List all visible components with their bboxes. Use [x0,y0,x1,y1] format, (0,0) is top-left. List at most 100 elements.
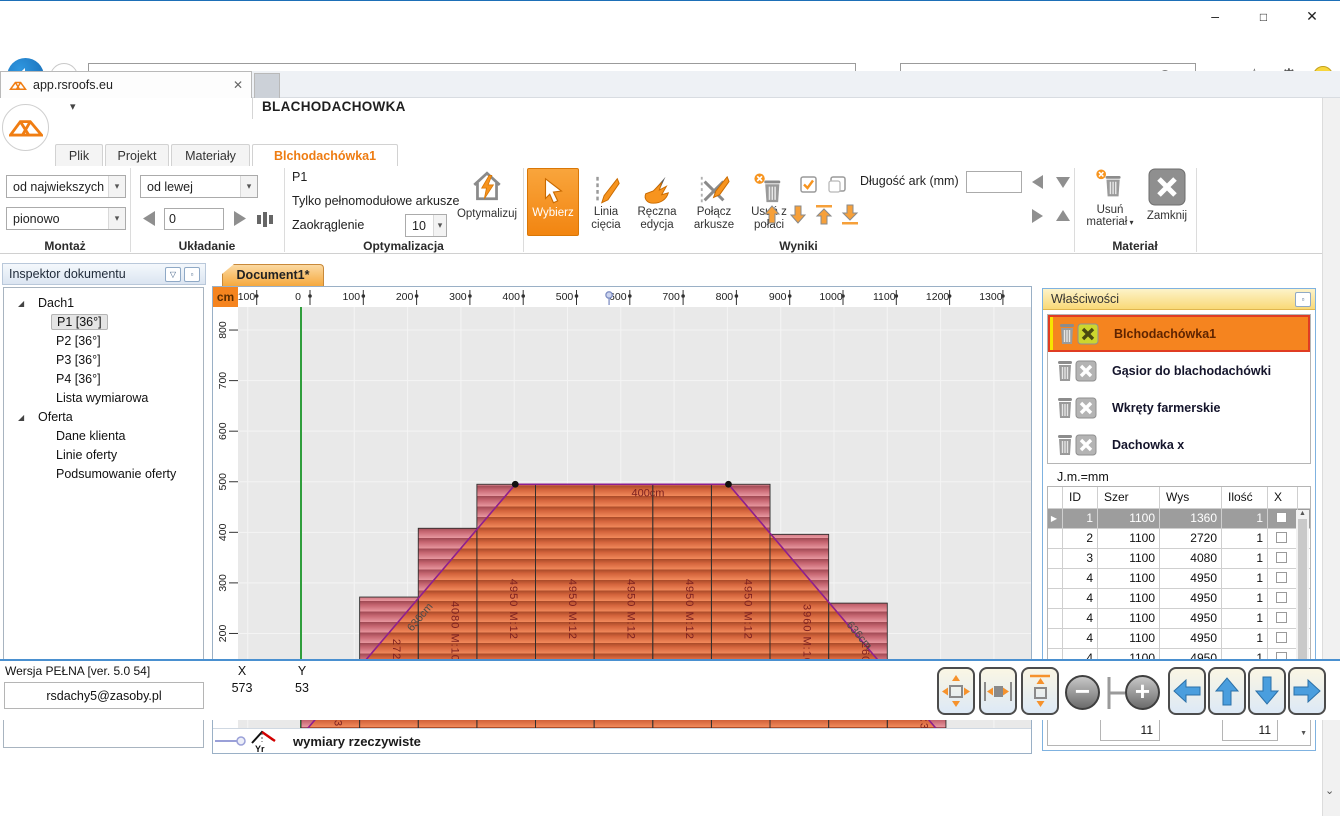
column-header[interactable]: Ilość [1222,487,1268,509]
tree-item-label[interactable]: Dach1 [38,296,74,310]
table-cell[interactable]: 4 [1063,569,1098,588]
table-row[interactable]: ▶1110013601 [1048,509,1310,529]
material-icons[interactable] [1054,433,1098,457]
table-row[interactable]: 4110049501 [1048,569,1310,589]
tree-item[interactable]: Lista wymiarowa [4,389,203,408]
material-row[interactable]: Wkręty farmerskie [1048,389,1310,426]
table-cell[interactable]: 1 [1222,509,1268,528]
ribbon-tab-1[interactable]: Plik [55,144,103,167]
table-cell-checkbox[interactable] [1268,609,1298,628]
material-row[interactable]: Dachowka x [1048,426,1310,463]
tree-expander-icon[interactable]: ◢ [18,299,24,308]
table-cell[interactable]: 4950 [1160,609,1222,628]
column-header[interactable]: Wys [1160,487,1222,509]
browser-tab[interactable]: app.rsroofs.eu ✕ [0,71,252,98]
mini-slider[interactable] [215,733,249,749]
ruler-unit-box[interactable]: cm [213,287,238,307]
ribbon-tab-3[interactable]: Materiały [171,144,250,167]
ribbon-tab-2[interactable]: Projekt [105,144,169,167]
fit-all-button[interactable] [937,667,975,715]
sort-order-dropdown[interactable]: od najwiekszych ▾ [6,175,126,198]
scroll-down-chevron-icon[interactable]: ⌄ [1325,784,1334,797]
minimize-button[interactable]: – [1193,3,1237,29]
table-cell[interactable]: 1100 [1098,629,1160,648]
tree-item-label[interactable]: P1 [36°] [51,314,108,330]
ribbon-tab-4[interactable]: Blchodachówka1 [252,144,398,167]
app-logo[interactable] [2,104,49,151]
table-cell-checkbox[interactable] [1268,589,1298,608]
material-icons[interactable] [1054,396,1098,420]
scroll-thumb[interactable] [1298,519,1307,669]
nudge-left-down-icons[interactable] [1030,174,1072,190]
step-left-icon[interactable] [140,209,159,228]
tool-manual-edit[interactable]: Ręczna edycja [631,168,683,236]
pan-left-button[interactable] [1168,667,1206,715]
rounding-dropdown[interactable]: 10 ▾ [405,214,447,237]
scroll-down-icon[interactable]: ▼ [1300,730,1307,737]
optimize-button[interactable]: Optymalizuj [452,168,522,234]
nudge-right-up-icons[interactable] [1030,208,1072,224]
quick-access-caret-icon[interactable]: ▾ [70,100,76,113]
table-cell[interactable]: 1 [1063,509,1098,528]
zoom-out-button[interactable]: − [1065,675,1100,710]
tree-expander-icon[interactable]: ◢ [18,413,24,422]
table-row[interactable]: 2110027201 [1048,529,1310,549]
table-cell[interactable]: 4 [1063,589,1098,608]
fit-width-button[interactable] [979,667,1017,715]
table-cell[interactable]: 1 [1222,569,1268,588]
fit-height-button[interactable] [1021,667,1059,715]
material-row[interactable]: Blchodachówka1 [1048,315,1310,352]
tree-item-label[interactable]: P3 [36°] [56,353,101,367]
panel-dropdown-button[interactable]: ▽ [165,267,181,282]
tree-item[interactable]: Dane klienta [4,427,203,446]
close-button[interactable]: ✕ [1290,3,1334,29]
row-checkbox[interactable] [1276,632,1287,643]
pan-up-button[interactable] [1208,667,1246,715]
new-tab-stub[interactable] [254,73,280,98]
material-name[interactable]: Dachowka x [1112,438,1184,452]
close-material-button[interactable]: Zamknij [1144,168,1190,234]
tree-item-label[interactable]: Dane klienta [56,429,126,443]
table-cell[interactable]: 1100 [1098,529,1160,548]
zoom-slider[interactable] [1103,675,1125,711]
material-icons[interactable] [1054,359,1098,383]
column-header[interactable]: X [1268,487,1298,509]
table-row[interactable]: 4110049501 [1048,629,1310,649]
pan-right-button[interactable] [1288,667,1326,715]
tab-close-icon[interactable]: ✕ [233,78,243,92]
table-cell[interactable]: 1100 [1098,609,1160,628]
direction-dropdown[interactable]: od lewej ▾ [140,175,258,198]
tree-item-label[interactable]: Lista wymiarowa [56,391,148,405]
row-checkbox[interactable] [1276,592,1287,603]
tree-item[interactable]: P4 [36°] [4,370,203,389]
table-cell[interactable]: 1360 [1160,509,1222,528]
material-name[interactable]: Gąsior do blachodachówki [1112,364,1271,378]
column-header[interactable]: ID [1063,487,1098,509]
table-cell-checkbox[interactable] [1268,509,1298,528]
tree-item-label[interactable]: P4 [36°] [56,372,101,386]
material-icons[interactable] [1056,322,1100,346]
table-cell[interactable]: 4950 [1160,629,1222,648]
table-cell[interactable]: 4 [1063,609,1098,628]
account-box[interactable]: rsdachy5@zasoby.pl [4,682,204,709]
panel-collapse-button[interactable]: ▫ [184,267,200,282]
panel-collapse-button[interactable]: ▫ [1295,292,1311,307]
table-cell[interactable]: 4950 [1160,569,1222,588]
tree-item-label[interactable]: Oferta [38,410,73,424]
table-cell[interactable]: 1 [1222,529,1268,548]
maximize-button[interactable]: □ [1242,4,1286,30]
row-checkbox[interactable] [1276,552,1287,563]
tool-select[interactable]: Wybierz [527,168,579,236]
row-checkbox[interactable] [1276,512,1287,523]
chevron-down-icon[interactable]: ▾ [108,176,125,197]
table-row[interactable]: 3110040801 [1048,549,1310,569]
row-checkbox[interactable] [1276,532,1287,543]
move-sheet-arrows[interactable] [762,204,862,226]
table-cell[interactable]: 2720 [1160,529,1222,548]
table-cell[interactable]: 4950 [1160,589,1222,608]
table-cell-checkbox[interactable] [1268,629,1298,648]
offset-input[interactable]: 0 [164,208,224,230]
tree-item[interactable]: Podsumowanie oferty [4,465,203,484]
tree-item[interactable]: P1 [36°] [4,313,203,332]
table-cell-checkbox[interactable] [1268,549,1298,568]
